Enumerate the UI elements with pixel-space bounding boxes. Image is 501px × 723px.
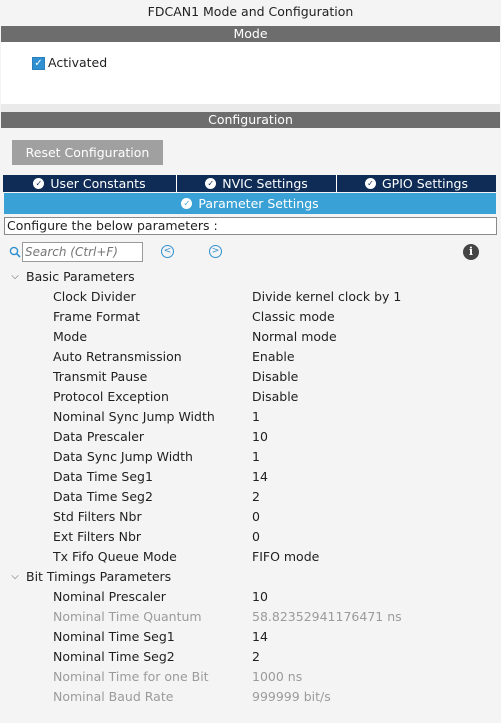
parameter-name: Nominal Time Seg1 [53,629,175,644]
configuration-panel: Reset Configuration ✓ User Constants ✓ NVI… [1,128,500,723]
parameter-value[interactable]: Divide kernel clock by 1 [252,287,401,307]
chevron-right-circle-icon[interactable]: > [209,245,222,258]
check-circle-icon: ✓ [33,178,45,189]
parameter-name: Nominal Time Seg2 [53,649,175,664]
check-circle-icon: ✓ [365,178,376,189]
parameter-row[interactable]: Nominal Sync Jump Width 1 [1,407,500,427]
parameter-row[interactable]: Std Filters Nbr 0 [1,507,500,527]
parameter-value[interactable]: 14 [252,467,268,487]
check-circle-icon: ✓ [205,178,217,189]
tab-parameter-settings[interactable]: ✓ Parameter Settings [4,193,496,214]
parameter-row[interactable]: Nominal Baud Rate 999999 bit/s [1,687,500,707]
parameter-name: Data Time Seg2 [53,489,153,504]
parameter-name: Data Sync Jump Width [53,449,193,464]
parameter-value[interactable]: 10 [252,587,268,607]
parameter-name: Nominal Prescaler [53,589,166,604]
parameter-row[interactable]: Data Sync Jump Width 1 [1,447,500,467]
parameter-name: Std Filters Nbr [53,509,142,524]
tab-nvic-settings[interactable]: ✓ NVIC Settings [177,175,337,192]
parameter-value[interactable]: 10 [252,427,268,447]
window-title: FDCAN1 Mode and Configuration [147,4,354,19]
reset-configuration-button[interactable]: Reset Configuration [12,140,163,165]
parameter-row[interactable]: Nominal Time for one Bit 1000 ns [1,667,500,687]
activated-label: Activated [48,55,108,70]
parameter-name: Ext Filters Nbr [53,529,142,544]
parameter-value[interactable]: 2 [252,487,260,507]
parameter-value: 58.82352941176471 ns [252,609,402,624]
parameter-row[interactable]: Nominal Prescaler 10 [1,587,500,607]
parameter-value[interactable]: Normal mode [252,327,337,347]
parameter-name: Auto Retransmission [53,349,182,364]
search-input[interactable] [22,242,143,262]
parameter-row[interactable]: Data Prescaler 10 [1,427,500,447]
chevron-left-circle-icon[interactable]: < [161,245,174,258]
parameter-name: Nominal Sync Jump Width [53,409,215,424]
parameter-name: Nominal Baud Rate [53,689,174,704]
tab-user-constants[interactable]: ✓ User Constants [3,175,177,192]
parameter-value[interactable]: 1 [252,447,260,467]
parameter-value: 999999 bit/s [252,689,331,704]
tab-gpio-settings[interactable]: ✓ GPIO Settings [337,175,496,192]
parameter-row[interactable]: Data Time Seg1 14 [1,467,500,487]
parameter-name: Clock Divider [53,289,136,304]
parameter-name: Tx Fifo Queue Mode [53,549,177,564]
group-header[interactable]: ⌵ Basic Parameters [1,267,500,287]
parameter-name: Data Prescaler [53,429,145,444]
configuration-section-header: Configuration [1,112,500,128]
parameter-row[interactable]: Ext Filters Nbr 0 [1,527,500,547]
tab-label: NVIC Settings [222,176,308,191]
parameter-value[interactable]: Classic mode [252,307,335,327]
parameter-row[interactable]: Frame Format Classic mode [1,307,500,327]
parameter-row[interactable]: Transmit Pause Disable [1,367,500,387]
search-icon [9,246,21,258]
parameter-value[interactable]: 0 [252,507,260,527]
group-label: Basic Parameters [26,269,135,284]
parameter-name: Transmit Pause [53,369,148,384]
parameter-tree: ⌵ Basic Parameters Clock Divider Divide ker… [1,267,500,707]
parameter-value: 1000 ns [252,669,303,684]
chevron-down-icon[interactable]: ⌵ [9,267,21,287]
parameter-name: Mode [53,329,88,344]
parameter-row[interactable]: Data Time Seg2 2 [1,487,500,507]
parameter-value[interactable]: 2 [252,647,260,667]
panel-divider[interactable] [1,104,500,112]
parameter-value[interactable]: FIFO mode [252,547,319,567]
parameter-value[interactable]: Enable [252,347,295,367]
parameter-value[interactable]: 0 [252,527,260,547]
check-circle-icon: ✓ [181,198,193,209]
parameter-row[interactable]: Nominal Time Seg2 2 [1,647,500,667]
search-bar: < > i [1,242,500,264]
group-header[interactable]: ⌵ Bit Timings Parameters [1,567,500,587]
info-icon[interactable]: i [463,244,479,260]
chevron-down-icon[interactable]: ⌵ [9,567,21,587]
parameter-value[interactable]: 1 [252,407,260,427]
parameter-value[interactable]: Disable [252,367,298,387]
tab-label: User Constants [50,176,146,191]
parameter-row[interactable]: Mode Normal mode [1,327,500,347]
parameters-instruction: Configure the below parameters : [4,217,497,235]
parameter-name: Protocol Exception [53,389,169,404]
parameter-row[interactable]: Clock Divider Divide kernel clock by 1 [1,287,500,307]
mode-section-header: Mode [1,26,500,42]
group-label: Bit Timings Parameters [26,569,172,584]
mode-panel: ✓ Activated [1,42,500,104]
parameter-row[interactable]: Auto Retransmission Enable [1,347,500,367]
tab-label: Parameter Settings [198,196,319,211]
parameter-name: Nominal Time Quantum [53,609,202,624]
parameter-value[interactable]: 14 [252,627,268,647]
parameter-row[interactable]: Nominal Time Seg1 14 [1,627,500,647]
parameter-name: Data Time Seg1 [53,469,153,484]
parameter-row[interactable]: Protocol Exception Disable [1,387,500,407]
parameter-row[interactable]: Nominal Time Quantum 58.82352941176471 ns [1,607,500,627]
parameter-row[interactable]: Tx Fifo Queue Mode FIFO mode [1,547,500,567]
parameter-name: Nominal Time for one Bit [53,669,209,684]
tab-label: GPIO Settings [382,176,468,191]
activated-checkbox[interactable]: ✓ [32,57,45,70]
parameter-name: Frame Format [53,309,140,324]
parameter-value[interactable]: Disable [252,387,298,407]
